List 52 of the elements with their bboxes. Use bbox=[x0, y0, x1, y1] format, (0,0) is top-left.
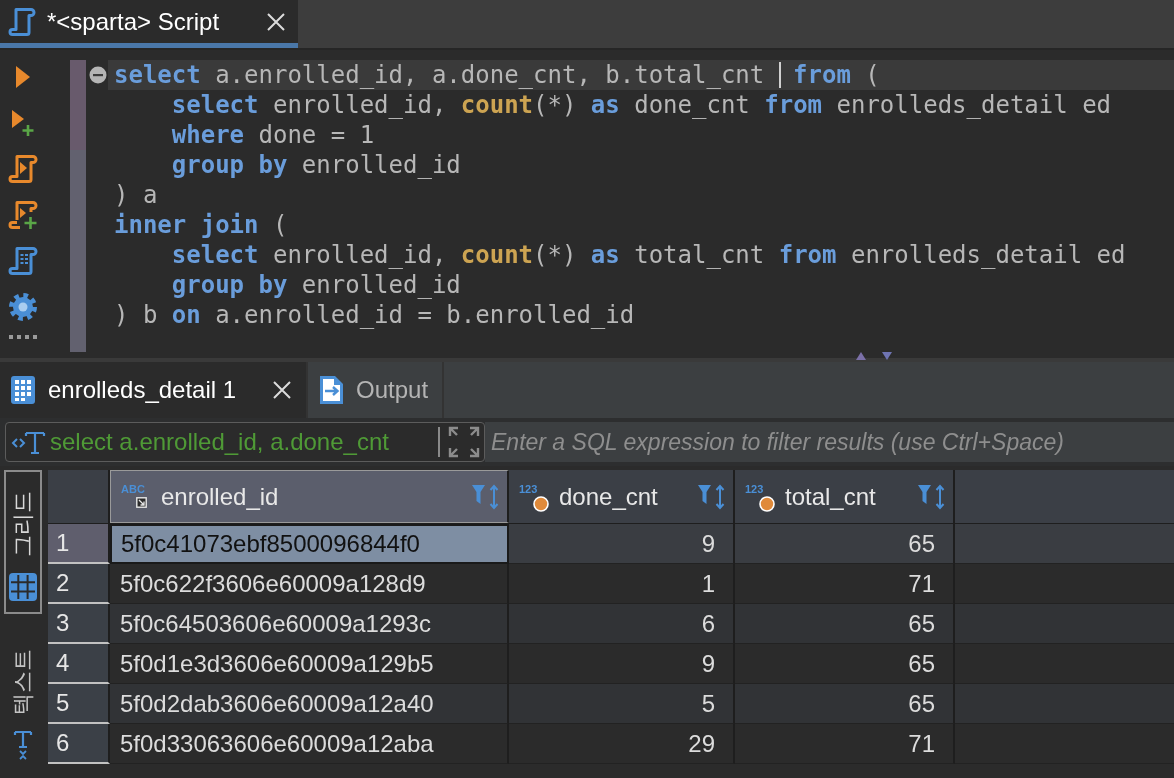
table-cell: 5f0c41073ebf8500096844f0 bbox=[110, 524, 509, 564]
grid-icon bbox=[7, 572, 38, 602]
code-text-icon bbox=[11, 429, 47, 455]
settings-icon[interactable] bbox=[7, 292, 38, 322]
play-plus-icon[interactable] bbox=[10, 109, 35, 137]
column-header[interactable]: ABC enrolled_id bbox=[110, 470, 509, 523]
table-cell: 5f0d33063606e60009a12aba bbox=[110, 724, 509, 764]
script-play-plus-icon[interactable] bbox=[7, 200, 38, 230]
document-arrow-icon bbox=[318, 375, 344, 405]
minus-circle-icon[interactable] bbox=[89, 66, 107, 84]
row-number[interactable]: 3 bbox=[48, 604, 110, 644]
square-arrow-icon bbox=[136, 496, 147, 508]
view-tab-label: 그리드 bbox=[8, 491, 36, 557]
result-tab[interactable]: enrolleds_detail 1 bbox=[0, 362, 308, 418]
type-label: ABC bbox=[121, 482, 145, 495]
row-number[interactable]: 2 bbox=[48, 564, 110, 604]
row-number[interactable]: 5 bbox=[48, 684, 110, 724]
script-list-icon[interactable] bbox=[7, 246, 38, 276]
view-tab-label: 텍스트 bbox=[8, 649, 36, 715]
dots-icon[interactable] bbox=[8, 334, 37, 340]
code-line: ) b on a.enrolled_id = b.enrolled_id bbox=[113, 300, 636, 330]
code-line: inner join ( bbox=[113, 210, 289, 240]
code-line: where done = 1 bbox=[170, 120, 376, 150]
type-label: 123 bbox=[519, 482, 538, 495]
filter-input[interactable]: Enter a SQL expression to filter results (use Ctrl+Space) bbox=[485, 422, 1174, 462]
script-tab[interactable]: *<sparta> Script bbox=[0, 0, 298, 48]
dot-icon bbox=[533, 495, 549, 512]
expand-icon[interactable] bbox=[448, 426, 480, 458]
query-text: select a.enrolled_id, a.done_cnt bbox=[50, 428, 389, 456]
text-icon bbox=[11, 730, 34, 760]
table-cell: 29 bbox=[509, 724, 735, 764]
row-number[interactable]: 4 bbox=[48, 644, 110, 684]
view-tab[interactable]: 텍스트 bbox=[3, 628, 42, 772]
text-cursor bbox=[778, 62, 781, 88]
code-line: group by enrolled_id bbox=[170, 150, 462, 180]
code-line: ) a bbox=[113, 180, 159, 210]
view-tab[interactable]: 그리드 bbox=[3, 470, 42, 614]
play-icon[interactable] bbox=[14, 65, 31, 89]
code-line: group by enrolled_id bbox=[170, 270, 462, 300]
close-icon[interactable] bbox=[272, 380, 292, 400]
code-line: select enrolled_id, count(*) as done_cnt from enrolleds_detail ed bbox=[170, 90, 1113, 120]
query-box[interactable]: select a.enrolled_id, a.done_cnt bbox=[5, 422, 485, 462]
script-icon bbox=[8, 6, 36, 37]
row-number[interactable]: 1 bbox=[48, 524, 110, 564]
type-label: 123 bbox=[745, 482, 764, 495]
table-cell: 71 bbox=[735, 724, 955, 764]
dot-icon bbox=[759, 495, 775, 512]
table-icon bbox=[10, 375, 36, 405]
close-icon[interactable] bbox=[266, 11, 286, 32]
code-line: select enrolled_id, count(*) as total_cnt from enrolleds_detail ed bbox=[170, 240, 1127, 270]
row-number[interactable]: 6 bbox=[48, 724, 110, 764]
script-play-icon[interactable] bbox=[7, 154, 38, 184]
